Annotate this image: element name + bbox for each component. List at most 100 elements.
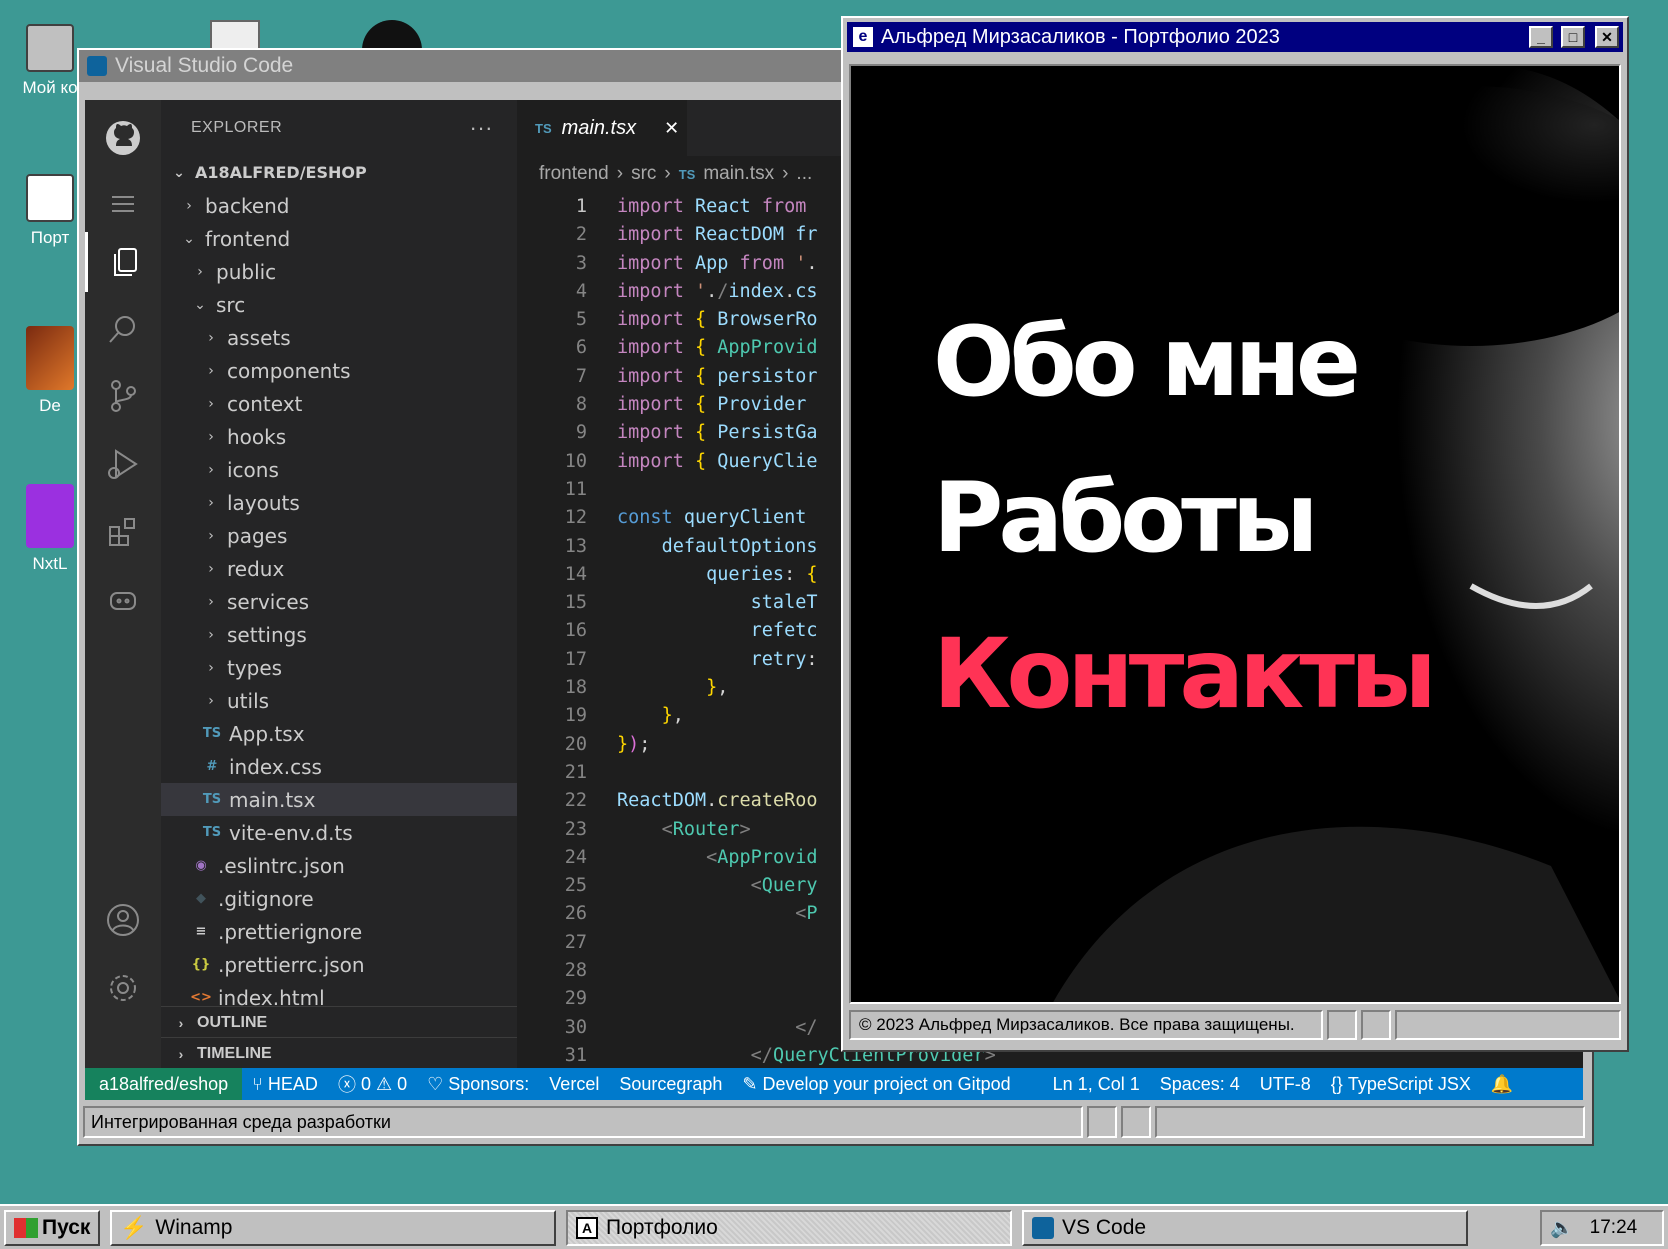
sponsors-item[interactable]: ♡ Sponsors: — [417, 1074, 539, 1095]
tree-item[interactable]: › components — [161, 354, 517, 387]
status-cell — [1361, 1010, 1391, 1040]
line-number: 29 — [564, 988, 587, 1010]
line-number: 21 — [564, 761, 587, 783]
tree-item-label: components — [227, 358, 351, 383]
account-icon[interactable] — [85, 890, 161, 950]
breadcrumb-item[interactable]: main.tsx — [703, 163, 774, 185]
gitpod-item[interactable]: ✎ Develop your project on Gitpod — [732, 1074, 1020, 1095]
timeline-section[interactable]: › TIMELINE — [161, 1037, 517, 1068]
code-text: import App from '. — [617, 252, 818, 274]
tree-item[interactable]: ≡ .prettierignore — [161, 915, 517, 948]
activity-bar — [85, 100, 161, 1068]
notifications-bell-icon[interactable]: 🔔 — [1481, 1074, 1523, 1095]
more-actions-icon[interactable]: ··· — [470, 115, 493, 141]
explorer-header: EXPLORER ··· — [161, 100, 517, 156]
code-text: defaultOptions — [661, 535, 818, 557]
task-vscode[interactable]: VS Code — [1022, 1210, 1468, 1246]
windows-logo-icon — [14, 1218, 38, 1238]
task-portfolio[interactable]: A Портфолио — [566, 1210, 1012, 1246]
tree-item[interactable]: › utils — [161, 684, 517, 717]
run-debug-icon[interactable] — [85, 434, 161, 494]
sourcegraph-item[interactable]: Sourcegraph — [609, 1074, 732, 1095]
tree-item[interactable]: › icons — [161, 453, 517, 486]
code-text: <Router> — [661, 818, 751, 840]
title-bar[interactable]: e Альфред Мирзасаликов - Портфолио 2023 … — [847, 22, 1623, 52]
outline-section[interactable]: › OUTLINE — [161, 1006, 517, 1038]
branch-item[interactable]: ⑂ HEAD — [242, 1074, 328, 1095]
chevron-right-icon: › — [208, 560, 214, 577]
tree-item[interactable]: # index.css — [161, 750, 517, 783]
tree-item[interactable]: › backend — [161, 189, 517, 222]
tree-item[interactable]: › services — [161, 585, 517, 618]
encoding[interactable]: UTF-8 — [1250, 1074, 1321, 1095]
task-winamp[interactable]: ⚡ Winamp — [110, 1210, 556, 1246]
tree-item[interactable]: › settings — [161, 618, 517, 651]
workspace-root[interactable]: ⌄ A18ALFRED/ESHOP — [161, 156, 517, 189]
tree-item[interactable]: {} .prettierrc.json — [161, 948, 517, 981]
status-text: Интегрированная среда разработки — [83, 1106, 1083, 1138]
source-control-icon[interactable] — [85, 366, 161, 426]
menu-about[interactable]: Обо мне — [933, 314, 1361, 410]
code-text: <Query — [750, 875, 818, 897]
cursor-position[interactable]: Ln 1, Col 1 — [1043, 1074, 1150, 1095]
tree-item[interactable]: ⌄ frontend — [161, 222, 517, 255]
tree-item[interactable]: ⌄ src — [161, 288, 517, 321]
line-number: 24 — [564, 846, 587, 868]
tree-item[interactable]: › types — [161, 651, 517, 684]
tree-item[interactable]: › pages — [161, 519, 517, 552]
chevron-right-icon: › — [208, 593, 214, 610]
tab-main-tsx[interactable]: TS main.tsx ✕ — [517, 100, 687, 156]
close-icon[interactable]: ✕ — [664, 118, 679, 139]
code-text: }, — [706, 677, 729, 699]
menu-icon[interactable] — [85, 174, 161, 234]
line-number: 8 — [575, 394, 587, 416]
tree-item[interactable]: ◆ .gitignore — [161, 882, 517, 915]
settings-gear-icon[interactable] — [85, 958, 161, 1018]
problems-item[interactable]: ⓧ 0 ⚠ 0 — [328, 1071, 417, 1097]
github-icon[interactable] — [85, 108, 161, 168]
search-icon[interactable] — [85, 300, 161, 360]
tree-item-label: .gitignore — [218, 886, 314, 911]
explorer-icon[interactable] — [85, 232, 161, 292]
menu-contacts[interactable]: Контакты — [933, 626, 1437, 722]
tree-item[interactable]: TS vite-env.d.ts — [161, 816, 517, 849]
tree-item[interactable]: › public — [161, 255, 517, 288]
copilot-icon[interactable] — [85, 570, 161, 630]
tree-item[interactable]: › hooks — [161, 420, 517, 453]
tree-item[interactable]: › assets — [161, 321, 517, 354]
tree-item[interactable]: › layouts — [161, 486, 517, 519]
code-text: import React from — [617, 196, 807, 217]
error-count: 0 — [360, 1073, 371, 1094]
code-text: <P — [795, 903, 818, 925]
portfolio-viewport: Обо мне Работы Контакты — [849, 64, 1621, 1004]
tree-item[interactable]: › context — [161, 387, 517, 420]
tree-item[interactable]: TS main.tsx — [161, 783, 517, 816]
tree-item[interactable]: ◉ .eslintrc.json — [161, 849, 517, 882]
vercel-item[interactable]: Vercel — [539, 1074, 609, 1095]
maximize-button[interactable]: □ — [1561, 26, 1585, 48]
speaker-icon[interactable]: 🔈 — [1550, 1216, 1574, 1240]
minimize-button[interactable]: _ — [1529, 26, 1553, 48]
close-button[interactable]: ✕ — [1595, 26, 1619, 48]
tree-item[interactable]: TS App.tsx — [161, 717, 517, 750]
remote-indicator[interactable]: a18alfred/eshop — [85, 1068, 243, 1100]
indentation[interactable]: Spaces: 4 — [1150, 1074, 1250, 1095]
menu-works[interactable]: Работы — [933, 470, 1319, 566]
breadcrumb-item[interactable]: frontend — [539, 163, 609, 185]
portfolio-window[interactable]: e Альфред Мирзасаликов - Портфолио 2023 … — [841, 16, 1629, 1052]
start-button[interactable]: Пуск — [4, 1210, 100, 1246]
git-branch-icon: ⑂ — [252, 1073, 263, 1094]
line-number: 13 — [564, 535, 587, 557]
language-mode[interactable]: {} TypeScript JSX — [1321, 1074, 1481, 1095]
code-text: import { AppProvid — [617, 337, 818, 359]
extensions-icon[interactable] — [85, 502, 161, 562]
breadcrumb-item[interactable]: ... — [796, 163, 812, 185]
line-number: 16 — [564, 620, 587, 642]
tree-item-label: pages — [227, 523, 288, 548]
breadcrumb-item[interactable]: src — [631, 163, 656, 185]
line-number: 14 — [564, 563, 587, 585]
tree-item[interactable]: › redux — [161, 552, 517, 585]
chevron-right-icon: › — [208, 461, 214, 478]
file-type-icon: # — [206, 759, 218, 774]
status-cell — [1121, 1106, 1151, 1138]
